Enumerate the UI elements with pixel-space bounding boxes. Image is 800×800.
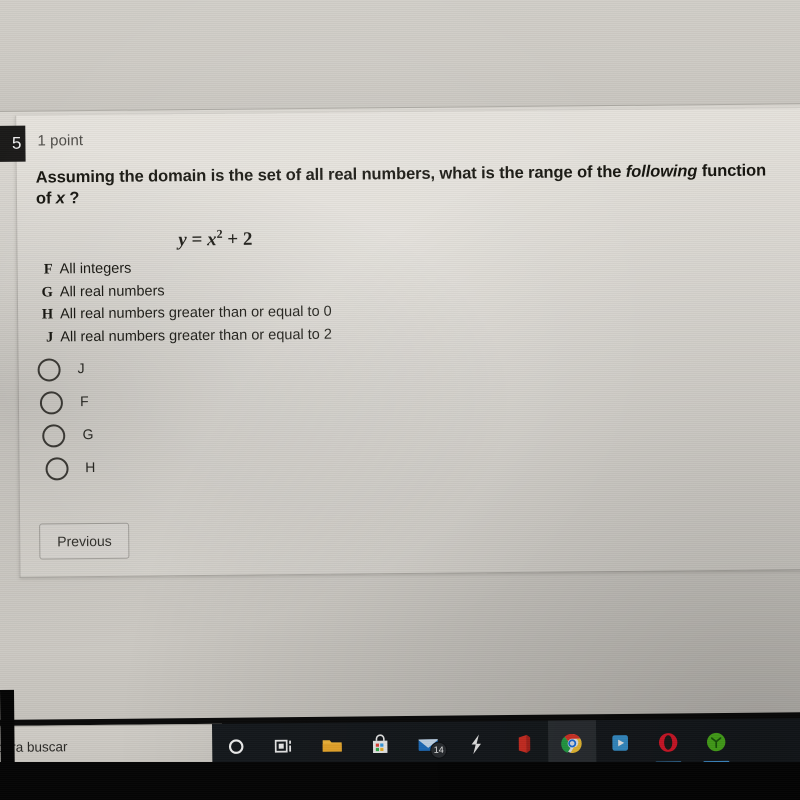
radio-option-label: F <box>80 393 89 410</box>
quiz-question-card: 5 1 point Assuming the domain is the set… <box>0 108 800 578</box>
equation-addend: + 2 <box>227 228 253 251</box>
printed-choice-text: All real numbers greater than or equal t… <box>60 303 332 323</box>
radio-option-label: H <box>85 459 96 476</box>
printed-choice-letter: G <box>41 283 53 301</box>
card-bottom-edge <box>19 569 800 578</box>
printed-choice-letter: J <box>45 328 54 345</box>
equation-lhs: y <box>178 229 187 251</box>
points-label: 1 point <box>37 132 84 150</box>
printed-choice-j: J All real numbers greater than or equal … <box>33 324 553 351</box>
photo-of-laptop-screen: 5 1 point Assuming the domain is the set… <box>0 0 800 800</box>
mail-unread-badge: 14 <box>430 741 448 759</box>
radio-button-icon[interactable] <box>40 391 64 415</box>
radio-button-icon[interactable] <box>37 358 61 382</box>
equation-exponent: 2 <box>216 226 223 241</box>
laptop-screen: 5 1 point Assuming the domain is the set… <box>0 0 800 720</box>
radio-button-icon[interactable] <box>45 457 69 481</box>
question-number-badge: 5 <box>0 125 26 163</box>
office-icon[interactable] <box>500 721 548 767</box>
radio-button-icon[interactable] <box>42 424 66 448</box>
printed-choice-letter: F <box>43 261 53 278</box>
question-text-italic-x: x <box>55 189 65 208</box>
question-text-segment-3: ? <box>64 189 80 208</box>
printed-choice-text: All integers <box>59 260 132 278</box>
printed-choice-text: All real numbers <box>59 282 165 300</box>
card-left-edge <box>15 115 21 578</box>
browser-chrome-band <box>0 0 800 112</box>
previous-button[interactable]: Previous <box>39 522 130 560</box>
question-text-italic-following: following <box>625 162 698 181</box>
printed-choice-letter: H <box>41 306 54 323</box>
green-app-icon[interactable] <box>692 719 740 765</box>
media-player-icon[interactable] <box>596 720 644 766</box>
google-chrome-icon[interactable] <box>547 720 597 767</box>
snip-sketch-icon[interactable] <box>452 721 500 767</box>
equation: y = x2 + 2 <box>178 226 252 251</box>
answer-radio-group[interactable]: JFGH <box>37 356 95 488</box>
radio-option-label: G <box>82 426 94 443</box>
photo-black-bottom-margin <box>0 762 800 800</box>
equation-equals: = <box>191 229 203 251</box>
opera-icon[interactable] <box>644 719 692 765</box>
equation-base: x <box>207 229 217 251</box>
printed-answer-choices: F All integers G All real numbers H All real … <box>33 257 554 352</box>
radio-option-label: J <box>77 360 85 377</box>
printed-choice-text: All real numbers greater than or equal t… <box>60 326 332 345</box>
question-text-segment-1: Assuming the domain is the set of all re… <box>35 162 626 187</box>
question-text: Assuming the domain is the set of all re… <box>36 160 776 210</box>
